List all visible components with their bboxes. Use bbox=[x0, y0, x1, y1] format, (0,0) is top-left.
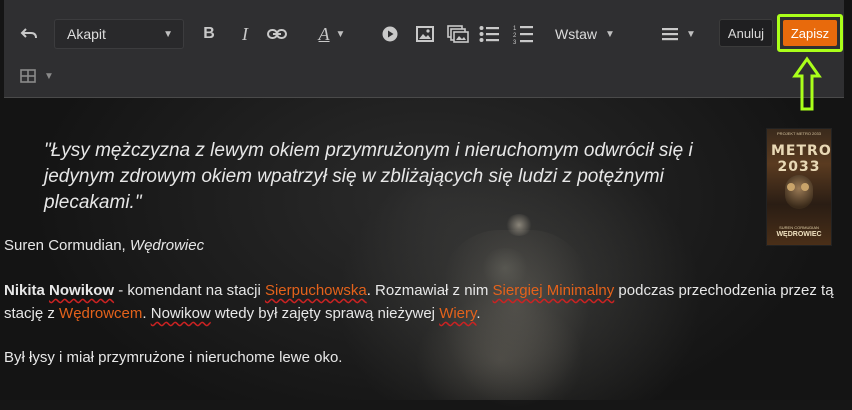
svg-text:1: 1 bbox=[513, 26, 517, 32]
paragraph-style-value: Akapit bbox=[67, 26, 106, 42]
link-icon bbox=[267, 28, 287, 40]
insert-menu-button[interactable]: Wstaw ▼ bbox=[550, 14, 620, 54]
italic-button[interactable]: I bbox=[234, 14, 256, 54]
gallery-button[interactable] bbox=[444, 14, 472, 54]
save-button-highlight: Zapisz bbox=[777, 14, 843, 52]
cover-top-text: PROJEKT METRO 2033 bbox=[777, 131, 821, 136]
chevron-down-icon: ▼ bbox=[163, 28, 173, 40]
link-button[interactable] bbox=[262, 14, 292, 54]
paragraph-appearance: Był łysy i miał przymrużone i nieruchome… bbox=[4, 349, 343, 366]
undo-icon bbox=[20, 27, 38, 41]
svg-text:3: 3 bbox=[513, 40, 517, 44]
character-name-repeat: Nowikow bbox=[150, 305, 211, 322]
text-segment: . Rozmawiał z nim bbox=[366, 282, 493, 299]
paragraph-style-select[interactable]: Akapit ▼ bbox=[54, 19, 184, 49]
alignment-menu-button[interactable]: ▼ bbox=[656, 14, 702, 54]
bullet-list-button[interactable] bbox=[474, 14, 504, 54]
image-icon bbox=[416, 26, 434, 42]
author-name: Suren Cormudian, bbox=[4, 237, 130, 254]
chevron-down-icon: ▼ bbox=[44, 70, 54, 82]
save-button[interactable]: Zapisz bbox=[783, 20, 837, 46]
cover-author: SUREN CORMUDIAN bbox=[779, 225, 819, 230]
cover-title: METRO 2033 bbox=[771, 143, 832, 175]
text-segment: . bbox=[142, 305, 151, 322]
book-cover-image: PROJEKT METRO 2033 METRO 2033 SUREN CORM… bbox=[766, 128, 832, 246]
link-wiera[interactable]: Wiery bbox=[439, 305, 476, 322]
bullet-list-icon bbox=[479, 25, 499, 43]
svg-text:2: 2 bbox=[513, 33, 517, 39]
paragraph-description: Nikita Nowikow - komendant na stacji Sie… bbox=[4, 279, 844, 325]
cover-figure bbox=[785, 175, 813, 209]
quote-attribution: Suren Cormudian, Wędrowiec bbox=[4, 237, 204, 254]
text-segment: wtedy był zajęty sprawą nieżywej bbox=[210, 305, 440, 322]
link-siergiej-minimalny[interactable]: Siergiej Minimalny bbox=[493, 282, 615, 299]
book-title: Wędrowiec bbox=[129, 237, 205, 254]
cancel-button[interactable]: Anuluj bbox=[719, 19, 773, 47]
insert-label: Wstaw bbox=[555, 26, 598, 42]
font-color-button[interactable]: A ▼ bbox=[312, 14, 352, 54]
numbered-list-button[interactable]: 123 bbox=[508, 14, 538, 54]
link-sierpuchowska[interactable]: Sierpuchowska bbox=[265, 282, 367, 299]
table-icon bbox=[20, 69, 36, 83]
character-first-name: Nikita bbox=[4, 282, 45, 299]
character-last-name: Nowikow bbox=[49, 282, 115, 299]
quote-block: "Łysy mężczyzna z lewym okiem przymrużon… bbox=[44, 140, 693, 213]
text-segment: . bbox=[476, 305, 481, 322]
chevron-down-icon: ▼ bbox=[335, 28, 346, 40]
image-button[interactable] bbox=[412, 14, 438, 54]
chevron-down-icon: ▼ bbox=[686, 28, 696, 40]
chevron-down-icon: ▼ bbox=[605, 28, 615, 40]
video-button[interactable] bbox=[378, 14, 402, 54]
bold-button[interactable]: B bbox=[198, 14, 220, 54]
gallery-icon bbox=[447, 25, 469, 43]
link-wedrowiec[interactable]: Wędrowcem bbox=[59, 305, 142, 322]
font-color-icon: A bbox=[318, 23, 330, 44]
editor-toolbar: Akapit ▼ B I A ▼ 1 2 3 Wstaw ▼ ▼ Anuluj … bbox=[4, 0, 844, 98]
undo-button[interactable] bbox=[14, 14, 44, 54]
numbered-list-icon: 123 bbox=[513, 24, 533, 44]
table-menu-button[interactable]: ▼ bbox=[20, 56, 54, 96]
toolbar-row-1: Akapit ▼ B I A ▼ 1 2 3 Wstaw ▼ ▼ Anuluj … bbox=[4, 14, 844, 54]
cover-subtitle: WĘDROWIEC bbox=[776, 231, 822, 238]
cover-goggles bbox=[787, 183, 795, 191]
play-icon bbox=[382, 26, 398, 42]
editor-content[interactable]: "Łysy mężczyzna z lewym okiem przymrużon… bbox=[0, 98, 852, 400]
text-segment: - komendant na stacji bbox=[114, 282, 265, 299]
align-icon bbox=[662, 27, 679, 41]
